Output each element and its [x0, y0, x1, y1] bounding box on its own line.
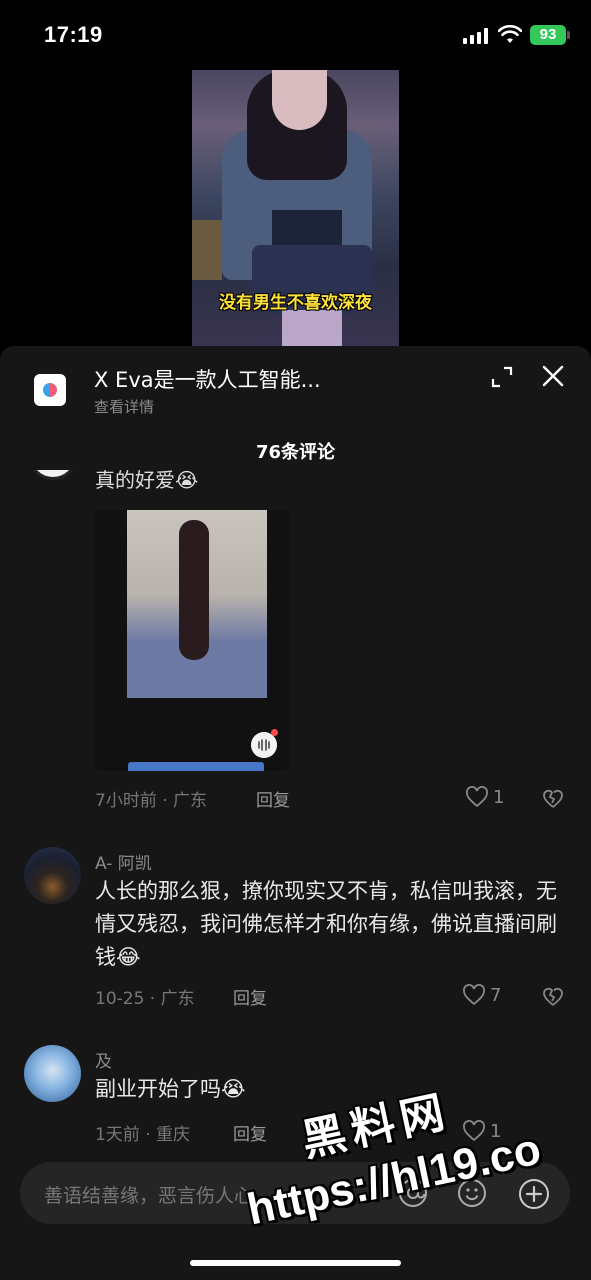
avatar[interactable] — [24, 1045, 81, 1102]
comment-text: 人长的那么狠，撩你现实又不肯，私信叫我滚，无情又残忍，我问佛怎样才和你有缘，佛说… — [95, 879, 557, 969]
ad-banner[interactable]: X Eva是一款人工智能... 查看详情 — [0, 346, 591, 426]
comment-input-placeholder[interactable]: 善语结善缘，恶言伤人心 — [44, 1181, 253, 1208]
comment-image[interactable] — [95, 510, 290, 771]
video-figure-face — [272, 70, 327, 130]
video-figure-legs — [282, 310, 342, 350]
heart-icon — [466, 786, 488, 808]
comment-username[interactable]: 及 — [95, 1047, 112, 1072]
wifi-icon — [498, 25, 522, 43]
expand-icon[interactable] — [490, 365, 514, 389]
like-button[interactable]: 1 — [465, 786, 504, 808]
reply-button[interactable]: 回复 — [233, 984, 267, 1009]
battery-icon: 93 — [530, 25, 566, 45]
image-figure — [179, 520, 209, 660]
status-time: 17:19 — [44, 22, 103, 47]
app-logo-icon — [34, 374, 66, 406]
video-player[interactable]: 没有男生不喜欢深夜 — [192, 70, 399, 350]
dislike-icon[interactable] — [542, 788, 564, 810]
comment-count: 76条评论 — [255, 442, 336, 463]
ad-title[interactable]: X Eva是一款人工智能... — [94, 364, 321, 394]
close-icon[interactable] — [541, 364, 565, 388]
reply-button[interactable]: 回复 — [256, 786, 290, 811]
avatar[interactable] — [28, 470, 78, 480]
signal-icon — [463, 28, 488, 44]
comment-time-location: 10-25 · 广东 — [95, 989, 195, 1009]
video-caption: 没有男生不喜欢深夜 — [219, 293, 372, 313]
comment-list[interactable]: 真的好爱😭 7小时前 · 广东 回复 1 A- 阿凯 人长的那么狠，撩你现实又不… — [0, 470, 591, 1146]
video-background — [192, 220, 222, 280]
ad-details-link[interactable]: 查看详情 — [94, 396, 154, 417]
notification-dot — [271, 729, 278, 736]
home-indicator — [190, 1260, 401, 1266]
like-count: 7 — [490, 984, 502, 1006]
comment-text: 真的好爱😭 — [95, 470, 199, 492]
image-button-strip — [128, 762, 264, 771]
like-count: 1 — [493, 786, 505, 808]
dislike-icon[interactable] — [542, 986, 564, 1008]
heart-icon — [463, 984, 485, 1006]
battery-tip — [567, 31, 570, 39]
reply-button[interactable]: 回复 — [233, 1120, 267, 1145]
add-icon[interactable] — [518, 1178, 550, 1210]
status-bar: 17:19 93 — [0, 0, 591, 70]
comment-time-location: 1天前 · 重庆 — [95, 1125, 191, 1145]
comment-time-location: 7小时前 · 广东 — [95, 791, 208, 811]
like-button[interactable]: 7 — [462, 984, 501, 1006]
avatar[interactable] — [24, 847, 81, 904]
comment-username[interactable]: A- 阿凯 — [95, 849, 152, 874]
comment-image-content — [127, 510, 267, 698]
